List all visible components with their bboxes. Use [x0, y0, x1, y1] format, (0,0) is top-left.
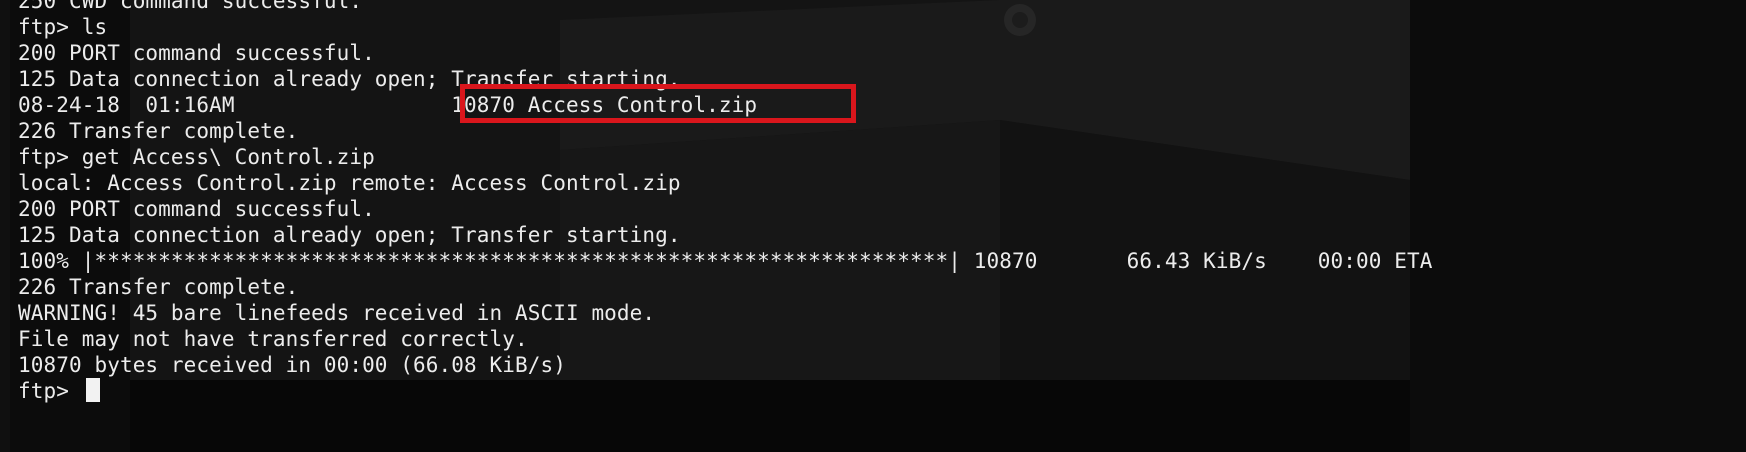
- ftp-prompt: ftp>: [18, 379, 82, 403]
- progress-line: 100% |**********************************…: [18, 249, 1433, 273]
- output-line: 250 CWD command successful.: [18, 0, 363, 13]
- text-cursor[interactable]: [85, 378, 100, 402]
- prompt-line[interactable]: ftp>: [18, 378, 1432, 404]
- terminal-window[interactable]: 250 CWD command successful. ftp> ls 200 …: [0, 0, 1746, 452]
- output-line: 200 PORT command successful.: [18, 197, 375, 221]
- output-line: 226 Transfer complete.: [18, 275, 299, 299]
- output-line: 200 PORT command successful.: [18, 41, 375, 65]
- output-line: ftp> ls: [18, 15, 108, 39]
- scrollbar-track[interactable]: [1736, 0, 1746, 452]
- output-line: 125 Data connection already open; Transf…: [18, 223, 681, 247]
- warning-line: WARNING! 45 bare linefeeds received in A…: [18, 301, 656, 325]
- output-line: ftp> get Access\ Control.zip: [18, 145, 375, 169]
- output-line: local: Access Control.zip remote: Access…: [18, 171, 681, 195]
- terminal-output: 250 CWD command successful. ftp> ls 200 …: [18, 0, 1432, 404]
- highlight-annotation-box: [460, 84, 856, 123]
- output-line: File may not have transferred correctly.: [18, 327, 528, 351]
- output-line: 10870 bytes received in 00:00 (66.08 KiB…: [18, 353, 566, 377]
